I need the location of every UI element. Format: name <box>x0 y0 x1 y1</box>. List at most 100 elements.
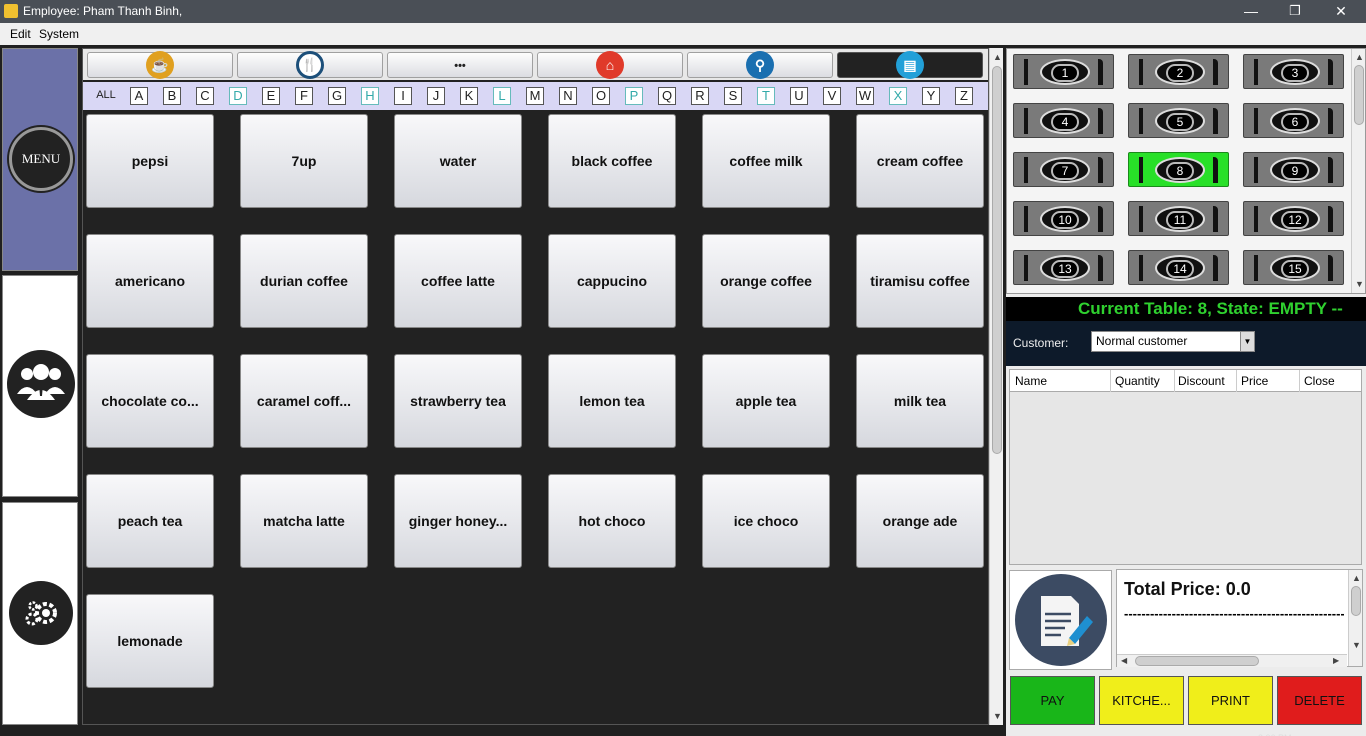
table-button[interactable]: 3 <box>1243 54 1344 89</box>
scroll-down-icon[interactable]: ▼ <box>990 709 1005 723</box>
scroll-thumb[interactable] <box>1351 586 1361 616</box>
column-name[interactable]: Name <box>1015 374 1047 388</box>
alpha-s[interactable]: S <box>724 87 742 105</box>
table-button[interactable]: 7 <box>1013 152 1114 187</box>
product-item[interactable]: ice choco <box>702 474 830 568</box>
receipt-button[interactable] <box>1009 570 1112 670</box>
scroll-thumb[interactable] <box>1354 65 1364 125</box>
alpha-i[interactable]: I <box>394 87 412 105</box>
column-price[interactable]: Price <box>1241 374 1268 388</box>
alpha-x[interactable]: X <box>889 87 907 105</box>
scroll-right-icon[interactable]: ▶ <box>1333 656 1339 665</box>
table-button[interactable]: 9 <box>1243 152 1344 187</box>
table-button[interactable]: 5 <box>1128 103 1229 138</box>
table-button[interactable]: 14 <box>1128 250 1229 285</box>
category-tab-document[interactable]: ▤ <box>837 51 983 79</box>
alpha-w[interactable]: W <box>856 87 874 105</box>
alpha-y[interactable]: Y <box>922 87 940 105</box>
alpha-j[interactable]: J <box>427 87 445 105</box>
table-button[interactable]: 6 <box>1243 103 1344 138</box>
table-button[interactable]: 10 <box>1013 201 1114 236</box>
category-tab-restaurant[interactable]: 🍴 <box>237 51 383 79</box>
table-button[interactable]: 2 <box>1128 54 1229 89</box>
product-item[interactable]: apple tea <box>702 354 830 448</box>
product-item[interactable]: coffee latte <box>394 234 522 328</box>
alpha-h[interactable]: H <box>361 87 379 105</box>
product-item[interactable]: strawberry tea <box>394 354 522 448</box>
nav-settings-button[interactable] <box>2 502 78 725</box>
column-close[interactable]: Close <box>1304 374 1335 388</box>
alpha-v[interactable]: V <box>823 87 841 105</box>
scroll-up-icon[interactable]: ▲ <box>990 50 1005 64</box>
product-item[interactable]: peach tea <box>86 474 214 568</box>
table-button-selected[interactable]: 8 <box>1128 152 1229 187</box>
restore-button[interactable]: ❐ <box>1272 0 1318 23</box>
scroll-down-icon[interactable]: ▼ <box>1352 277 1366 291</box>
alpha-a[interactable]: A <box>130 87 148 105</box>
close-button[interactable]: ✕ <box>1318 0 1364 23</box>
customer-select[interactable]: Normal customer ▼ <box>1091 331 1255 352</box>
product-item[interactable]: hot choco <box>548 474 676 568</box>
table-button[interactable]: 13 <box>1013 250 1114 285</box>
menu-system[interactable]: System <box>39 27 79 41</box>
alpha-l[interactable]: L <box>493 87 511 105</box>
scroll-left-icon[interactable]: ◀ <box>1121 656 1127 665</box>
product-item[interactable]: lemon tea <box>548 354 676 448</box>
alpha-t[interactable]: T <box>757 87 775 105</box>
category-tab-search[interactable]: ⚲ <box>687 51 833 79</box>
alpha-b[interactable]: B <box>163 87 181 105</box>
minimize-button[interactable]: — <box>1228 0 1274 23</box>
scroll-thumb[interactable] <box>992 66 1002 454</box>
scroll-down-icon[interactable]: ▼ <box>1349 638 1364 652</box>
alpha-g[interactable]: G <box>328 87 346 105</box>
alpha-r[interactable]: R <box>691 87 709 105</box>
table-button[interactable]: 12 <box>1243 201 1344 236</box>
alpha-u[interactable]: U <box>790 87 808 105</box>
product-item[interactable]: matcha latte <box>240 474 368 568</box>
category-tab-store[interactable]: ⌂ <box>537 51 683 79</box>
pay-button[interactable]: PAY <box>1010 676 1095 725</box>
total-vscrollbar[interactable]: ▲ ▼ <box>1348 570 1362 666</box>
alpha-f[interactable]: F <box>295 87 313 105</box>
category-tab-drinks[interactable]: ☕ <box>87 51 233 79</box>
alpha-q[interactable]: Q <box>658 87 676 105</box>
alpha-e[interactable]: E <box>262 87 280 105</box>
product-item[interactable]: cream coffee <box>856 114 984 208</box>
table-button[interactable]: 4 <box>1013 103 1114 138</box>
delete-button[interactable]: DELETE <box>1277 676 1362 725</box>
column-quantity[interactable]: Quantity <box>1115 374 1160 388</box>
alpha-z[interactable]: Z <box>955 87 973 105</box>
product-item[interactable]: 7up <box>240 114 368 208</box>
product-item[interactable]: chocolate co... <box>86 354 214 448</box>
product-item[interactable]: milk tea <box>856 354 984 448</box>
category-tab-more[interactable]: ••• <box>387 52 533 78</box>
product-item[interactable]: lemonade <box>86 594 214 688</box>
print-button[interactable]: PRINT <box>1188 676 1273 725</box>
alpha-c[interactable]: C <box>196 87 214 105</box>
nav-menu-button[interactable]: MENU <box>2 48 78 271</box>
product-item[interactable]: orange ade <box>856 474 984 568</box>
alpha-o[interactable]: O <box>592 87 610 105</box>
product-item[interactable]: ginger honey... <box>394 474 522 568</box>
product-item[interactable]: water <box>394 114 522 208</box>
scroll-up-icon[interactable]: ▲ <box>1349 571 1364 585</box>
alpha-d[interactable]: D <box>229 87 247 105</box>
column-discount[interactable]: Discount <box>1178 374 1225 388</box>
nav-staff-button[interactable] <box>2 275 78 497</box>
kitchen-button[interactable]: KITCHE... <box>1099 676 1184 725</box>
product-item[interactable]: durian coffee <box>240 234 368 328</box>
table-scrollbar[interactable]: ▲ ▼ <box>1351 49 1365 293</box>
menu-edit[interactable]: Edit <box>10 27 31 41</box>
product-item[interactable]: orange coffee <box>702 234 830 328</box>
total-hscrollbar[interactable]: ◀ ▶ <box>1117 654 1347 667</box>
product-item[interactable]: coffee milk <box>702 114 830 208</box>
alpha-all[interactable]: ALL <box>95 87 117 105</box>
scroll-up-icon[interactable]: ▲ <box>1352 50 1366 64</box>
table-button[interactable]: 1 <box>1013 54 1114 89</box>
alpha-m[interactable]: M <box>526 87 544 105</box>
product-item[interactable]: tiramisu coffee <box>856 234 984 328</box>
alpha-k[interactable]: K <box>460 87 478 105</box>
product-item[interactable]: americano <box>86 234 214 328</box>
scroll-thumb[interactable] <box>1135 656 1259 666</box>
table-button[interactable]: 11 <box>1128 201 1229 236</box>
